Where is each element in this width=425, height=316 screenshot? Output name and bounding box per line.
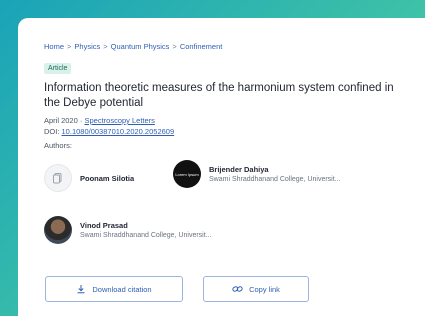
avatar-logo-text: Lorem Ipsum [175,171,199,177]
article-title: Information theoretic measures of the ha… [44,82,394,109]
breadcrumb-separator: > [103,42,108,51]
page-frame: Home > Physics > Quantum Physics > Confi… [18,18,425,316]
author-name: Poonam Silotia [80,173,135,183]
author-poonam-silotia[interactable]: Poonam Silotia [44,164,134,192]
journal-link[interactable]: Spectroscopy Letters [84,116,154,125]
doi-label: DOI: [44,127,60,136]
person-placeholder-icon [52,172,64,184]
publication-info: April 2020 · Spectroscopy Letters DOI: 1… [44,116,175,136]
breadcrumb-home[interactable]: Home [44,42,64,51]
breadcrumb-physics[interactable]: Physics [74,42,100,51]
avatar [44,164,72,192]
doi-link[interactable]: 10.1080/00387010.2020.2052609 [62,127,175,136]
copy-link-button[interactable]: Copy link [203,276,309,302]
author-name: Brijender Dahiya [209,165,269,174]
author-affiliation: Swami Shraddhanand College, Universit... [209,176,341,183]
author-brijender-dahiya[interactable]: Lorem Ipsum Brijender Dahiya Swami Shrad… [173,160,341,188]
download-icon [76,284,86,294]
link-icon [232,284,243,294]
publication-date: April 2020 [44,116,78,125]
breadcrumb-confinement[interactable]: Confinement [180,42,223,51]
breadcrumb-separator: > [172,42,177,51]
author-vinod-prasad[interactable]: Vinod Prasad Swami Shraddhanand College,… [44,216,212,244]
breadcrumb-separator: > [67,42,72,51]
download-citation-label: Download citation [92,284,152,294]
author-affiliation: Swami Shraddhanand College, Universit... [80,232,212,239]
article-type-badge: Article [44,63,72,74]
authors-label: Authors: [44,141,72,150]
download-citation-button[interactable]: Download citation [45,276,183,302]
author-name: Vinod Prasad [80,221,128,230]
breadcrumb: Home > Physics > Quantum Physics > Confi… [44,42,425,51]
authors-list: Poonam Silotia Lorem Ipsum Brijender Dah… [44,150,425,260]
breadcrumb-quantum-physics[interactable]: Quantum Physics [111,42,170,51]
article-card: Home > Physics > Quantum Physics > Confi… [44,42,425,260]
copy-link-label: Copy link [249,284,280,294]
avatar: Lorem Ipsum [173,160,201,188]
avatar [44,216,72,244]
action-buttons: Download citation Copy link [45,276,309,302]
